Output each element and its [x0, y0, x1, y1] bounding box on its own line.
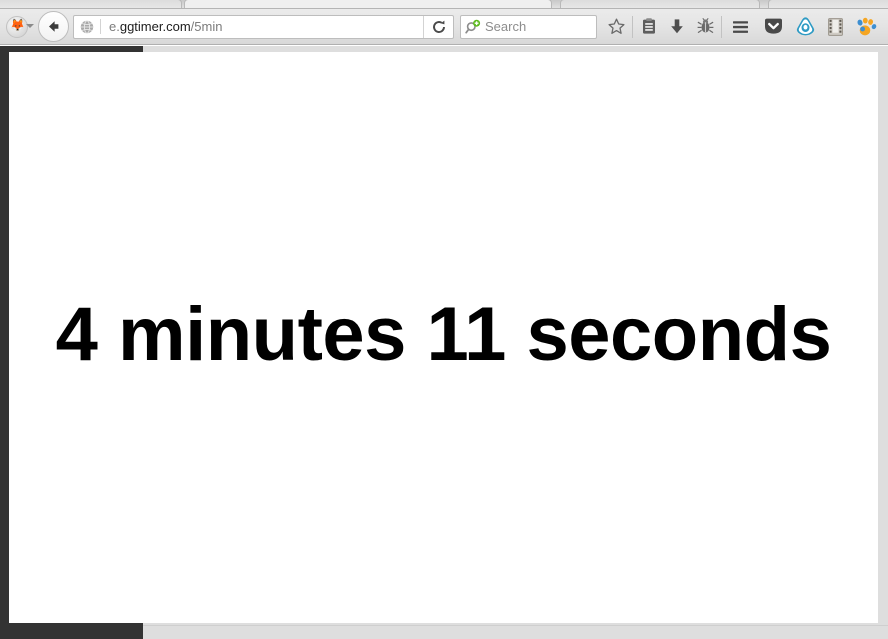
- firefox-glyph-icon: 🦊: [10, 17, 25, 32]
- downloads-button[interactable]: [663, 13, 691, 41]
- page-viewport: 4 minutes 11 seconds: [0, 46, 888, 639]
- reload-button[interactable]: [423, 15, 453, 38]
- video-downloadhelper-button[interactable]: [820, 13, 850, 41]
- browser-window: 🦊 e.ggtimer.com/5min Search 4 minutes 11…: [0, 0, 888, 639]
- url-prefix: e.: [109, 18, 120, 34]
- countdown-timer: 4 minutes 11 seconds: [9, 52, 878, 623]
- back-button[interactable]: [38, 11, 69, 42]
- search-icon: [461, 19, 485, 35]
- reload-icon: [432, 20, 445, 33]
- paw-extension-button[interactable]: [850, 13, 882, 41]
- url-host: ggtimer.com: [119, 18, 191, 34]
- toolbar-divider: [632, 15, 633, 38]
- countdown-timer-text: 4 minutes 11 seconds: [55, 291, 832, 377]
- film-strip-icon: [827, 17, 843, 36]
- bookmark-star-button[interactable]: [602, 13, 630, 41]
- search-bar[interactable]: Search: [460, 14, 597, 39]
- browser-tab[interactable]: [0, 0, 182, 8]
- firefox-app-menu-button[interactable]: 🦊: [6, 14, 34, 40]
- paw-print-icon: [857, 17, 877, 35]
- pocket-button[interactable]: [756, 13, 790, 41]
- pocket-icon: [764, 18, 782, 34]
- globe-icon: [80, 19, 94, 34]
- clipboard-icon: [643, 18, 655, 34]
- tab-strip: [0, 0, 888, 9]
- download-arrow-icon: [671, 19, 683, 34]
- hamburger-menu-icon: [732, 20, 748, 33]
- navigation-toolbar: 🦊 e.ggtimer.com/5min Search: [0, 9, 888, 45]
- search-input[interactable]: Search: [485, 16, 526, 38]
- debug-bug-button[interactable]: [691, 13, 719, 41]
- address-bar[interactable]: e.ggtimer.com/5min: [73, 14, 454, 39]
- browser-tab-active[interactable]: [184, 0, 552, 8]
- search-add-icon: [465, 19, 481, 34]
- horizontal-scrollbar[interactable]: [143, 625, 888, 639]
- ghostery-icon: [796, 17, 814, 36]
- star-icon: [607, 18, 625, 34]
- back-arrow-icon: [49, 21, 59, 32]
- bug-icon: [697, 17, 713, 34]
- ghostery-button[interactable]: [790, 13, 820, 41]
- chevron-down-icon: [26, 23, 34, 28]
- page-content: 4 minutes 11 seconds: [9, 52, 878, 623]
- reading-list-button[interactable]: [635, 13, 663, 41]
- browser-tab[interactable]: [768, 0, 888, 8]
- menu-hamburger-button[interactable]: [724, 13, 756, 41]
- toolbar-divider: [721, 15, 722, 38]
- browser-tab[interactable]: [560, 0, 760, 8]
- vertical-scroll-gutter[interactable]: [878, 46, 888, 625]
- identity-box[interactable]: [74, 19, 100, 34]
- url-path: /5min: [190, 18, 223, 34]
- address-bar-text[interactable]: e.ggtimer.com/5min: [101, 16, 423, 38]
